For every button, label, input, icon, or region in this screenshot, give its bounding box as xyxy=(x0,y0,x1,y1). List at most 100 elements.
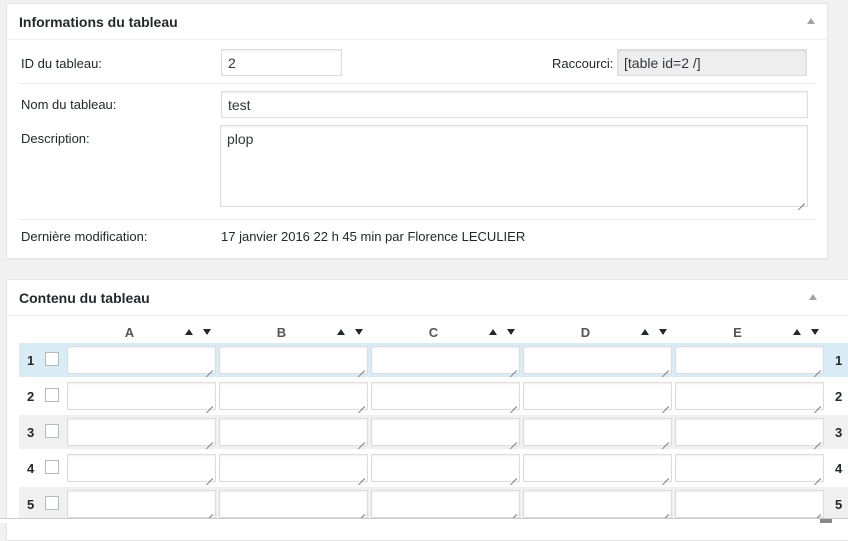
cell-input[interactable] xyxy=(219,418,368,446)
row-checkbox[interactable] xyxy=(45,424,59,438)
row-number: 2 xyxy=(27,389,35,404)
resize-handle-icon[interactable] xyxy=(206,364,213,371)
resize-handle-icon[interactable] xyxy=(358,508,365,515)
table-info-panel: Informations du tableau ID du tableau: 2… xyxy=(6,3,828,259)
column-letter: C xyxy=(428,325,439,340)
column-header-e[interactable]: E xyxy=(675,325,827,341)
collapse-arrow-icon[interactable] xyxy=(809,294,817,300)
scrollbar-thumb[interactable] xyxy=(820,519,832,523)
sort-descending-icon[interactable] xyxy=(355,329,363,335)
cell-input[interactable] xyxy=(371,454,520,482)
resize-handle-icon[interactable] xyxy=(662,436,669,443)
row-number-right: 2 xyxy=(835,389,843,404)
cell-input[interactable] xyxy=(67,418,216,446)
cell-input[interactable] xyxy=(219,454,368,482)
cell-input[interactable] xyxy=(219,346,368,374)
resize-handle-icon[interactable] xyxy=(510,400,517,407)
row-number: 3 xyxy=(27,425,35,440)
table-row: 2 2 xyxy=(19,379,848,413)
cell-input[interactable] xyxy=(219,382,368,410)
row-number-right: 1 xyxy=(835,353,843,368)
last-modified-value: 17 janvier 2016 22 h 45 min par Florence… xyxy=(221,229,526,244)
cell-input[interactable] xyxy=(371,346,520,374)
table-name-label: Nom du tableau: xyxy=(21,97,117,112)
cell-input[interactable] xyxy=(523,490,672,518)
resize-handle-icon[interactable] xyxy=(206,436,213,443)
resize-handle-icon[interactable] xyxy=(358,472,365,479)
sort-descending-icon[interactable] xyxy=(507,329,515,335)
collapse-arrow-icon[interactable] xyxy=(807,18,815,24)
table-row: 1 1 xyxy=(19,343,848,377)
table-row: 5 5 xyxy=(19,487,848,521)
resize-handle-icon[interactable] xyxy=(510,364,517,371)
resize-handle-icon[interactable] xyxy=(358,436,365,443)
column-header-d[interactable]: D xyxy=(523,325,675,341)
cell-input[interactable] xyxy=(523,454,672,482)
cell-input[interactable] xyxy=(675,418,824,446)
resize-handle-icon[interactable] xyxy=(206,400,213,407)
table-info-header[interactable]: Informations du tableau xyxy=(7,4,827,40)
cell-input[interactable] xyxy=(67,490,216,518)
cell-input[interactable] xyxy=(67,382,216,410)
table-content-header[interactable]: Contenu du tableau xyxy=(7,280,848,316)
column-header-b[interactable]: B xyxy=(219,325,371,341)
column-header-a[interactable]: A xyxy=(67,325,219,341)
cell-input[interactable] xyxy=(371,418,520,446)
description-textarea[interactable]: plop xyxy=(220,125,808,207)
table-name-value: test xyxy=(228,97,251,113)
cell-input[interactable] xyxy=(219,490,368,518)
column-letter: A xyxy=(124,325,135,340)
table-row: 4 4 xyxy=(19,451,848,485)
row-number-right: 3 xyxy=(835,425,843,440)
resize-handle-icon[interactable] xyxy=(206,508,213,515)
resize-handle-icon[interactable] xyxy=(510,436,517,443)
row-checkbox[interactable] xyxy=(45,352,59,366)
sort-ascending-icon[interactable] xyxy=(641,329,649,335)
sort-descending-icon[interactable] xyxy=(659,329,667,335)
resize-handle-icon[interactable] xyxy=(510,472,517,479)
sort-descending-icon[interactable] xyxy=(811,329,819,335)
table-id-field[interactable]: 2 xyxy=(221,49,342,76)
sort-ascending-icon[interactable] xyxy=(793,329,801,335)
cell-input[interactable] xyxy=(371,382,520,410)
cell-input[interactable] xyxy=(675,346,824,374)
resize-handle-icon[interactable] xyxy=(358,400,365,407)
row-checkbox[interactable] xyxy=(45,496,59,510)
resize-handle-icon[interactable] xyxy=(662,400,669,407)
table-name-field[interactable]: test xyxy=(221,91,808,118)
resize-handle-icon[interactable] xyxy=(814,400,821,407)
row-checkbox[interactable] xyxy=(45,388,59,402)
resize-handle-icon[interactable] xyxy=(814,436,821,443)
sort-descending-icon[interactable] xyxy=(203,329,211,335)
resize-handle-icon[interactable] xyxy=(814,472,821,479)
cell-input[interactable] xyxy=(67,454,216,482)
resize-handle-icon[interactable] xyxy=(358,364,365,371)
horizontal-scrollbar[interactable] xyxy=(0,518,848,523)
row-number-right: 4 xyxy=(835,461,843,476)
resize-handle-icon[interactable] xyxy=(798,197,805,204)
divider xyxy=(19,83,815,84)
column-header-c[interactable]: C xyxy=(371,325,523,341)
table-id-label: ID du tableau: xyxy=(21,56,102,71)
cell-input[interactable] xyxy=(523,346,672,374)
sort-ascending-icon[interactable] xyxy=(489,329,497,335)
resize-handle-icon[interactable] xyxy=(662,508,669,515)
cell-input[interactable] xyxy=(675,490,824,518)
shortcode-field[interactable]: [table id=2 /] xyxy=(617,49,807,76)
cell-input[interactable] xyxy=(371,490,520,518)
row-checkbox[interactable] xyxy=(45,460,59,474)
sort-ascending-icon[interactable] xyxy=(185,329,193,335)
resize-handle-icon[interactable] xyxy=(510,508,517,515)
resize-handle-icon[interactable] xyxy=(662,472,669,479)
cell-input[interactable] xyxy=(523,418,672,446)
cell-input[interactable] xyxy=(67,346,216,374)
shortcode-label: Raccourci: xyxy=(552,56,614,71)
cell-input[interactable] xyxy=(675,454,824,482)
sort-ascending-icon[interactable] xyxy=(337,329,345,335)
resize-handle-icon[interactable] xyxy=(814,508,821,515)
resize-handle-icon[interactable] xyxy=(206,472,213,479)
cell-input[interactable] xyxy=(675,382,824,410)
cell-input[interactable] xyxy=(523,382,672,410)
resize-handle-icon[interactable] xyxy=(662,364,669,371)
resize-handle-icon[interactable] xyxy=(814,364,821,371)
